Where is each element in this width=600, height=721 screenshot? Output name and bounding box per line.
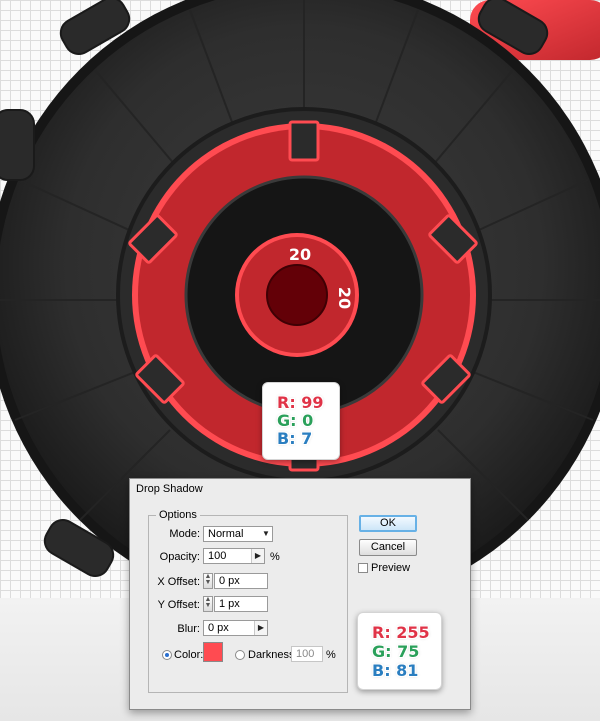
green-value: G: 0 xyxy=(277,411,314,430)
dimension-label-top: 20 xyxy=(289,245,311,264)
darkness-radio[interactable] xyxy=(235,650,245,660)
rgb-callout-hub: R: 99 G: 0 B: 7 xyxy=(262,382,340,460)
options-group-label: Options xyxy=(156,509,200,521)
opacity-unit: % xyxy=(270,551,280,563)
blue-value: B: 7 xyxy=(277,429,313,448)
green-value: G: 75 xyxy=(372,642,420,661)
blur-label: Blur: xyxy=(177,623,200,635)
ok-button[interactable]: OK xyxy=(359,515,417,532)
color-radio[interactable] xyxy=(162,650,172,660)
y-offset-field[interactable]: 1 px xyxy=(214,596,268,612)
color-swatch[interactable] xyxy=(203,642,223,662)
blue-value: B: 81 xyxy=(372,661,419,680)
darkness-field[interactable]: 100 xyxy=(291,646,323,662)
opacity-value: 100 xyxy=(208,550,227,562)
y-offset-label: Y Offset: xyxy=(157,599,200,611)
mode-select[interactable]: Normal ▼ xyxy=(203,526,273,542)
opacity-field[interactable]: 100 ▶ xyxy=(203,548,265,564)
red-value: R: 99 xyxy=(277,393,324,412)
chevron-right-icon[interactable]: ▶ xyxy=(251,549,264,563)
mode-value: Normal xyxy=(208,528,244,540)
y-offset-stepper[interactable]: ▲ ▼ xyxy=(203,596,213,612)
center-hole xyxy=(266,264,328,326)
chevron-down-icon: ▼ xyxy=(262,529,270,538)
color-label: Color: xyxy=(174,649,204,661)
dimension-label-side: 20 xyxy=(335,287,354,309)
blur-value: 0 px xyxy=(208,622,229,634)
mode-label: Mode: xyxy=(169,528,200,540)
x-offset-stepper[interactable]: ▲ ▼ xyxy=(203,573,213,589)
darkness-unit: % xyxy=(326,649,336,661)
blur-field[interactable]: 0 px ▶ xyxy=(203,620,268,636)
red-value: R: 255 xyxy=(372,623,430,642)
chevron-right-icon[interactable]: ▶ xyxy=(254,621,267,635)
cancel-button[interactable]: Cancel xyxy=(359,539,417,556)
preview-checkbox[interactable] xyxy=(358,563,368,573)
rgb-callout-color: R: 255 G: 75 B: 81 xyxy=(357,612,442,690)
dialog-title: Drop Shadow xyxy=(136,483,203,495)
x-offset-field[interactable]: 0 px xyxy=(214,573,268,589)
x-offset-label: X Offset: xyxy=(157,576,200,588)
preview-label: Preview xyxy=(371,562,411,574)
opacity-label: Opacity: xyxy=(159,551,200,563)
